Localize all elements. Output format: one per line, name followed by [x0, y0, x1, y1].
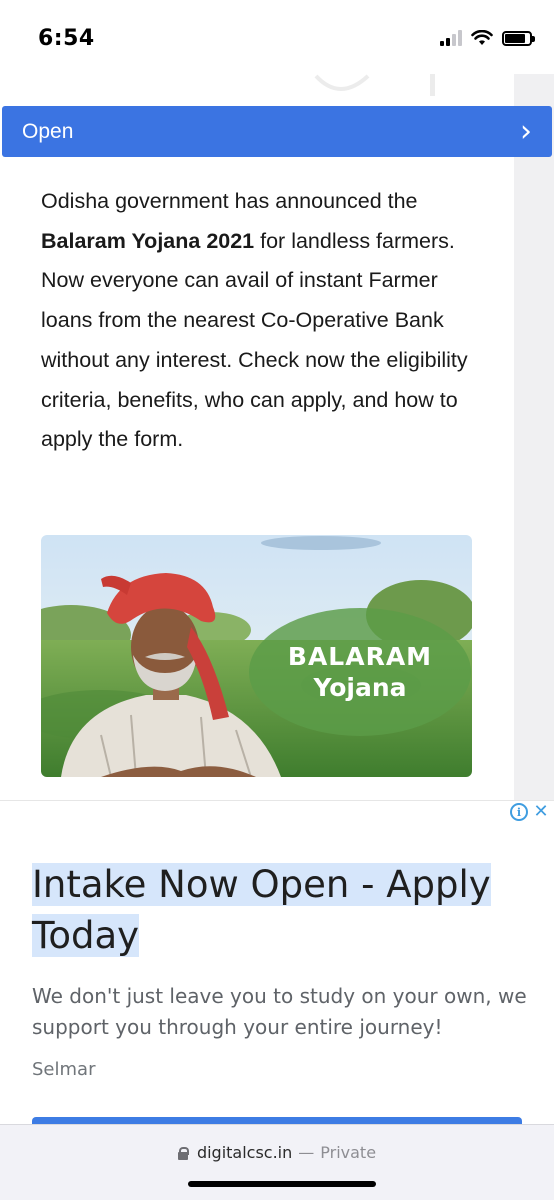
ad-choices-icon[interactable]: i — [510, 803, 528, 821]
balaram-yojana-hero-image: BALARAM Yojana — [41, 535, 472, 777]
advertisement[interactable]: i ✕ Intake Now Open - Apply Today We don… — [0, 800, 554, 1124]
url-domain: digitalcsc.in — [196, 1143, 293, 1162]
page-side-track — [514, 74, 554, 800]
status-bar: 6:54 — [0, 0, 554, 74]
ad-cta-button[interactable] — [32, 1117, 522, 1124]
cellular-signal-icon — [440, 30, 462, 46]
ad-controls: i ✕ — [510, 803, 550, 821]
home-indicator[interactable] — [188, 1181, 376, 1187]
wifi-icon — [471, 30, 493, 45]
badge-line-2: Yojana — [313, 673, 407, 702]
close-ad-icon[interactable]: ✕ — [532, 803, 550, 821]
article-intro: Odisha government has announced the — [41, 189, 418, 213]
ad-advertiser: Selmar — [32, 1059, 96, 1080]
chevron-right-icon: › — [520, 113, 532, 149]
article-highlight: Balaram Yojana 2021 — [41, 228, 255, 253]
open-app-bar[interactable]: Open › — [2, 106, 552, 157]
faded-logo — [310, 74, 450, 102]
ad-headline[interactable]: Intake Now Open - Apply Today — [32, 859, 522, 961]
ad-headline-line-2: Today — [32, 914, 140, 957]
battery-icon — [502, 30, 535, 46]
url-separator: — — [298, 1143, 315, 1162]
article-rest: for landless farmers. Now everyone can a… — [41, 228, 468, 452]
web-page[interactable]: Open › Odisha government has announced t… — [0, 74, 554, 1124]
safari-bottom-bar[interactable]: digitalcsc.in — Private — [0, 1124, 554, 1200]
status-icons — [440, 30, 535, 46]
badge-line-1: BALARAM — [287, 642, 433, 671]
private-mode-label: Private — [320, 1143, 377, 1162]
balaram-yojana-badge: BALARAM Yojana — [249, 608, 471, 736]
lock-icon — [177, 1146, 189, 1160]
status-time: 6:54 — [38, 26, 95, 51]
ad-body-text: We don't just leave you to study on your… — [32, 984, 527, 1039]
address-bar[interactable]: digitalcsc.in — Private — [0, 1143, 554, 1162]
open-label: Open — [22, 119, 74, 143]
battery-level — [505, 33, 525, 43]
article-paragraph: Odisha government has announced the Bala… — [41, 182, 481, 460]
ad-headline-line-1: Intake Now Open - Apply — [32, 863, 491, 906]
